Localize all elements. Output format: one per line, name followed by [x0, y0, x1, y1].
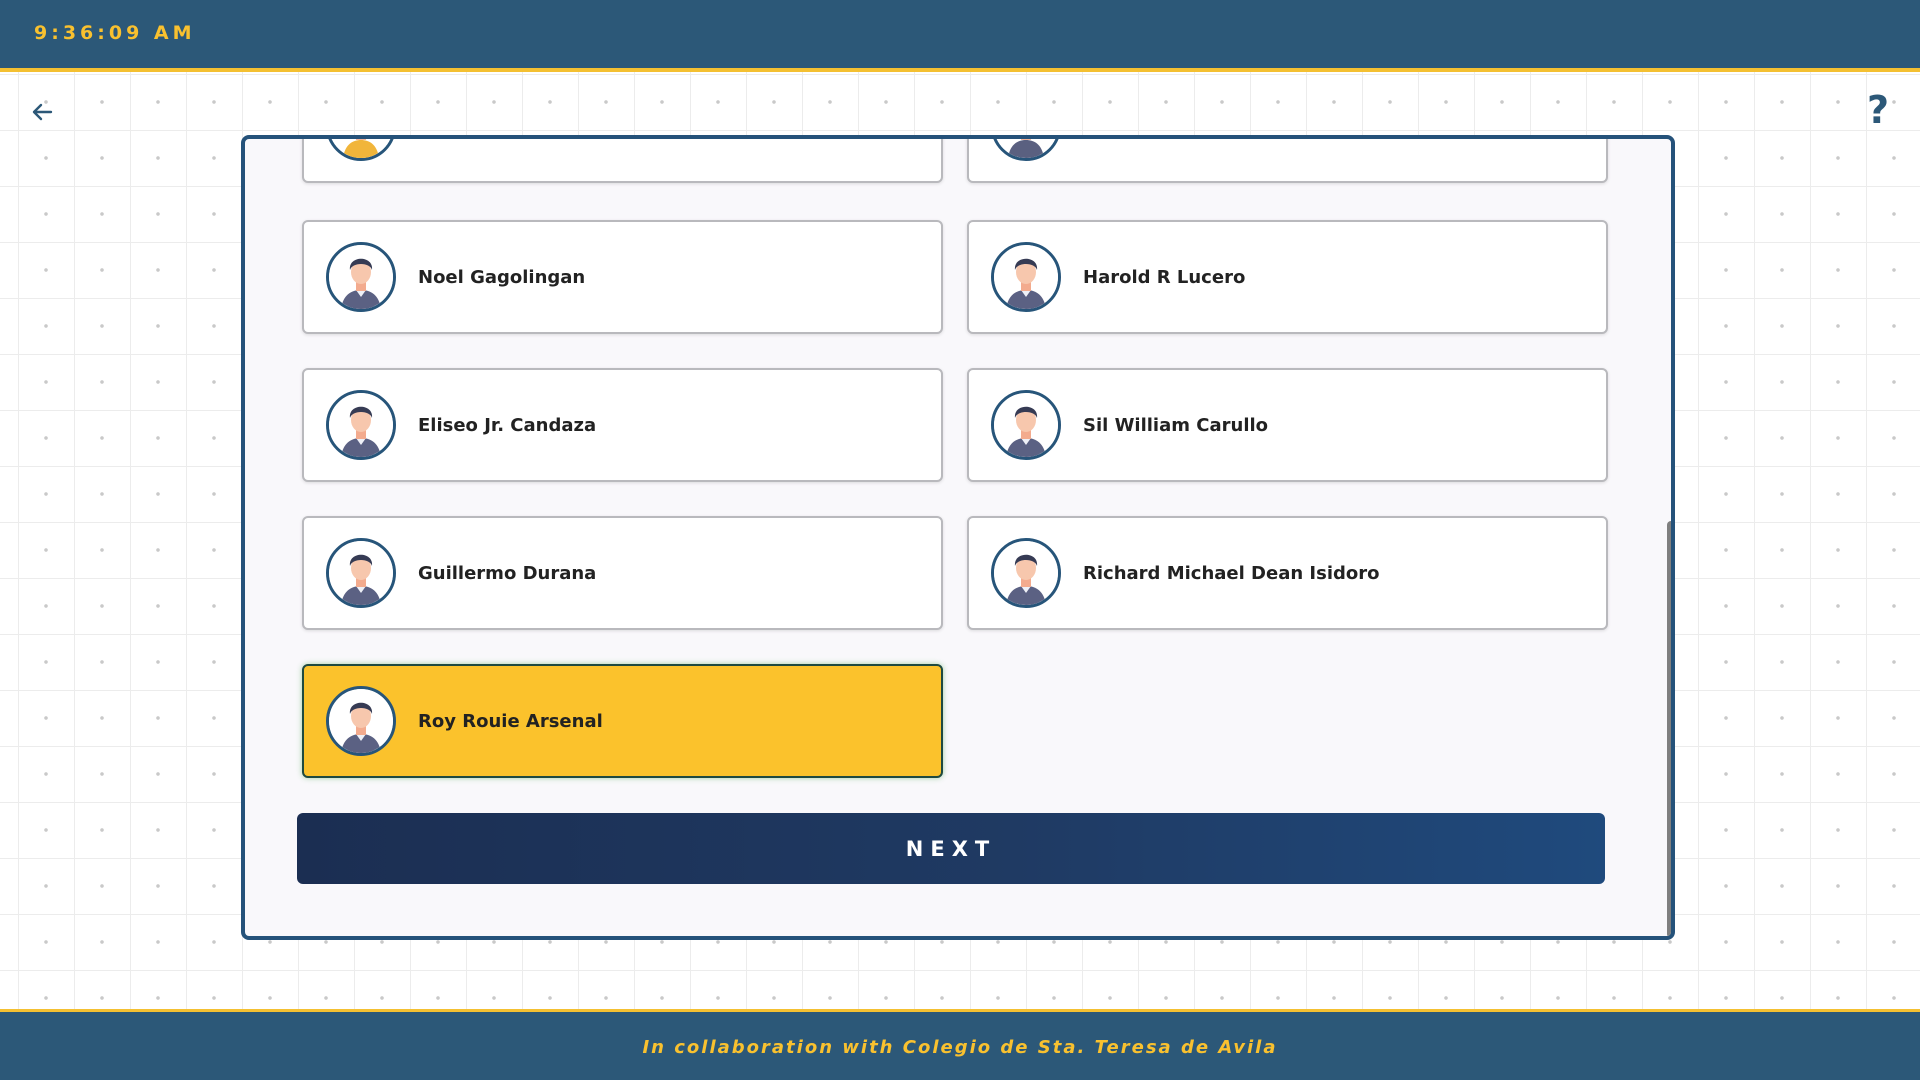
teacher-name: Guillermo Durana: [418, 562, 597, 584]
teacher-card[interactable]: [967, 139, 1608, 183]
avatar: [991, 390, 1061, 460]
back-button[interactable]: [26, 96, 58, 128]
teacher-card-selected[interactable]: Roy Rouie Arsenal: [302, 664, 943, 778]
avatar: [326, 538, 396, 608]
avatar: [326, 686, 396, 756]
teacher-name: Roy Rouie Arsenal: [418, 710, 603, 732]
teacher-name: Sil William Carullo: [1083, 414, 1269, 436]
teacher-card[interactable]: Sil William Carullo: [967, 368, 1608, 482]
teacher-card[interactable]: Harold R Lucero: [967, 220, 1608, 334]
footer: In collaboration with Colegio de Sta. Te…: [0, 1009, 1920, 1080]
clock: 9:36:09 AM: [34, 22, 196, 44]
top-bar: 9:36:09 AM: [0, 0, 1920, 72]
next-button[interactable]: NEXT: [297, 813, 1605, 884]
teacher-card[interactable]: Guillermo Durana: [302, 516, 943, 630]
avatar: [991, 139, 1061, 161]
teacher-name: Noel Gagolingan: [418, 266, 586, 288]
avatar: [326, 139, 396, 161]
teacher-card[interactable]: Richard Michael Dean Isidoro: [967, 516, 1608, 630]
teacher-card[interactable]: Noel Gagolingan: [302, 220, 943, 334]
teacher-card[interactable]: Eliseo Jr. Candaza: [302, 368, 943, 482]
avatar: [991, 538, 1061, 608]
teacher-name: Richard Michael Dean Isidoro: [1083, 562, 1380, 584]
teacher-name: Eliseo Jr. Candaza: [418, 414, 597, 436]
teacher-name: Harold R Lucero: [1083, 266, 1246, 288]
avatar: [326, 242, 396, 312]
help-button[interactable]: ?: [1860, 88, 1896, 132]
avatar: [991, 242, 1061, 312]
teacher-card[interactable]: [302, 139, 943, 183]
avatar: [326, 390, 396, 460]
footer-text: In collaboration with Colegio de Sta. Te…: [642, 1036, 1278, 1058]
arrow-left-icon: [32, 103, 53, 121]
scrollbar[interactable]: [1667, 521, 1671, 936]
